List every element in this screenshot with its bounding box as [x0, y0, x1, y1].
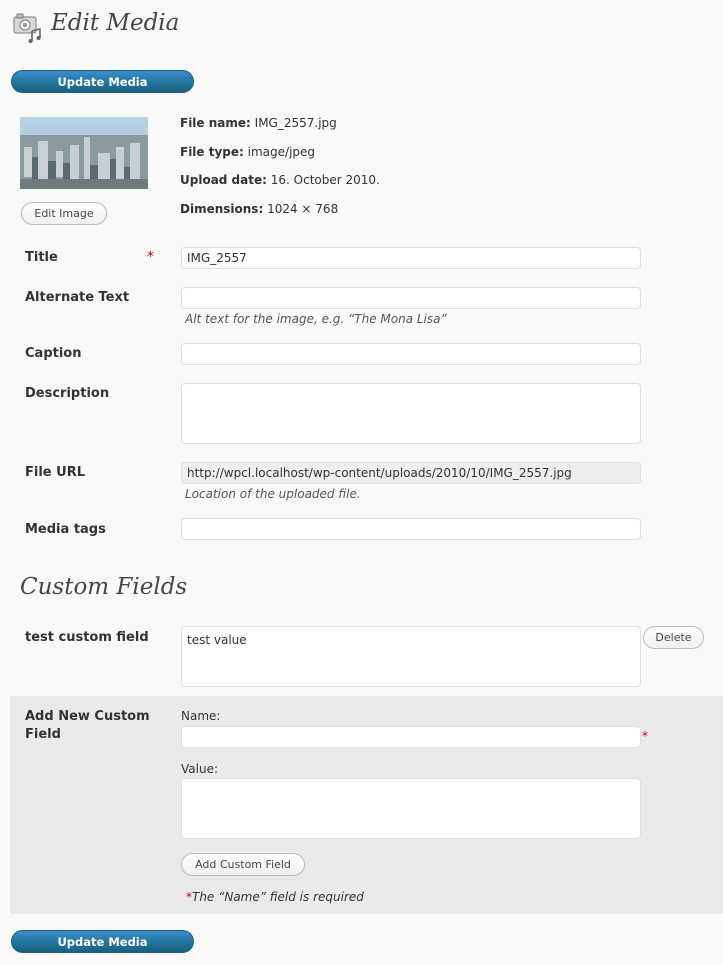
required-note: *The “Name” field is required — [186, 890, 364, 904]
delete-custom-field-button[interactable]: Delete — [643, 626, 704, 649]
alt-text-input[interactable] — [181, 287, 641, 309]
add-custom-field-button[interactable]: Add Custom Field — [181, 853, 305, 876]
file-url-label: File URL — [25, 465, 85, 480]
custom-field-value-textarea[interactable]: test value — [181, 626, 641, 687]
alt-text-hint: Alt text for the image, e.g. “The Mona L… — [185, 312, 447, 326]
media-tags-label: Media tags — [25, 522, 106, 537]
alt-text-label: Alternate Text — [25, 290, 130, 305]
file-url-input[interactable]: http://wpcl.localhost/wp-content/uploads… — [181, 462, 641, 484]
file-type-label: File type: — [180, 145, 244, 159]
custom-field-name-input[interactable] — [181, 726, 641, 748]
update-media-button-top[interactable]: Update Media — [11, 70, 194, 93]
caption-input[interactable] — [181, 343, 641, 365]
value-label: Value: — [181, 762, 218, 776]
media-tags-input[interactable] — [181, 518, 641, 540]
media-library-icon — [12, 11, 44, 43]
title-label: Title — [25, 250, 58, 265]
required-note-text: The “Name” field is required — [192, 890, 364, 904]
custom-fields-heading: Custom Fields — [20, 574, 188, 600]
description-label: Description — [25, 386, 110, 401]
image-thumbnail — [20, 117, 148, 189]
file-url-hint: Location of the uploaded file. — [185, 487, 361, 501]
file-name-label: File name: — [180, 116, 251, 130]
title-input[interactable]: IMG_2557 — [181, 247, 641, 269]
upload-date-label: Upload date: — [180, 173, 267, 187]
name-label: Name: — [181, 709, 221, 723]
upload-date-value: 16. October 2010. — [270, 173, 380, 187]
title-required-mark: * — [147, 249, 154, 265]
file-type-value: image/jpeg — [247, 145, 316, 159]
edit-image-button[interactable]: Edit Image — [21, 202, 107, 225]
dimensions-row: Dimensions: 1024 × 768 — [180, 202, 338, 216]
file-name-row: File name: IMG_2557.jpg — [180, 116, 337, 130]
name-required-mark: * — [642, 729, 648, 743]
custom-field-name: test custom field — [25, 630, 149, 645]
upload-date-row: Upload date: 16. October 2010. — [180, 173, 380, 187]
dimensions-label: Dimensions: — [180, 202, 264, 216]
dimensions-value: 1024 × 768 — [267, 202, 339, 216]
add-new-custom-field-label: Add New Custom Field — [25, 709, 150, 742]
custom-field-value-input[interactable] — [181, 778, 641, 839]
page-title: Edit Media — [51, 10, 180, 36]
file-name-value: IMG_2557.jpg — [254, 116, 337, 130]
file-type-row: File type: image/jpeg — [180, 145, 315, 159]
caption-label: Caption — [25, 346, 82, 361]
update-media-button-bottom[interactable]: Update Media — [11, 930, 194, 953]
description-textarea[interactable] — [181, 383, 641, 444]
